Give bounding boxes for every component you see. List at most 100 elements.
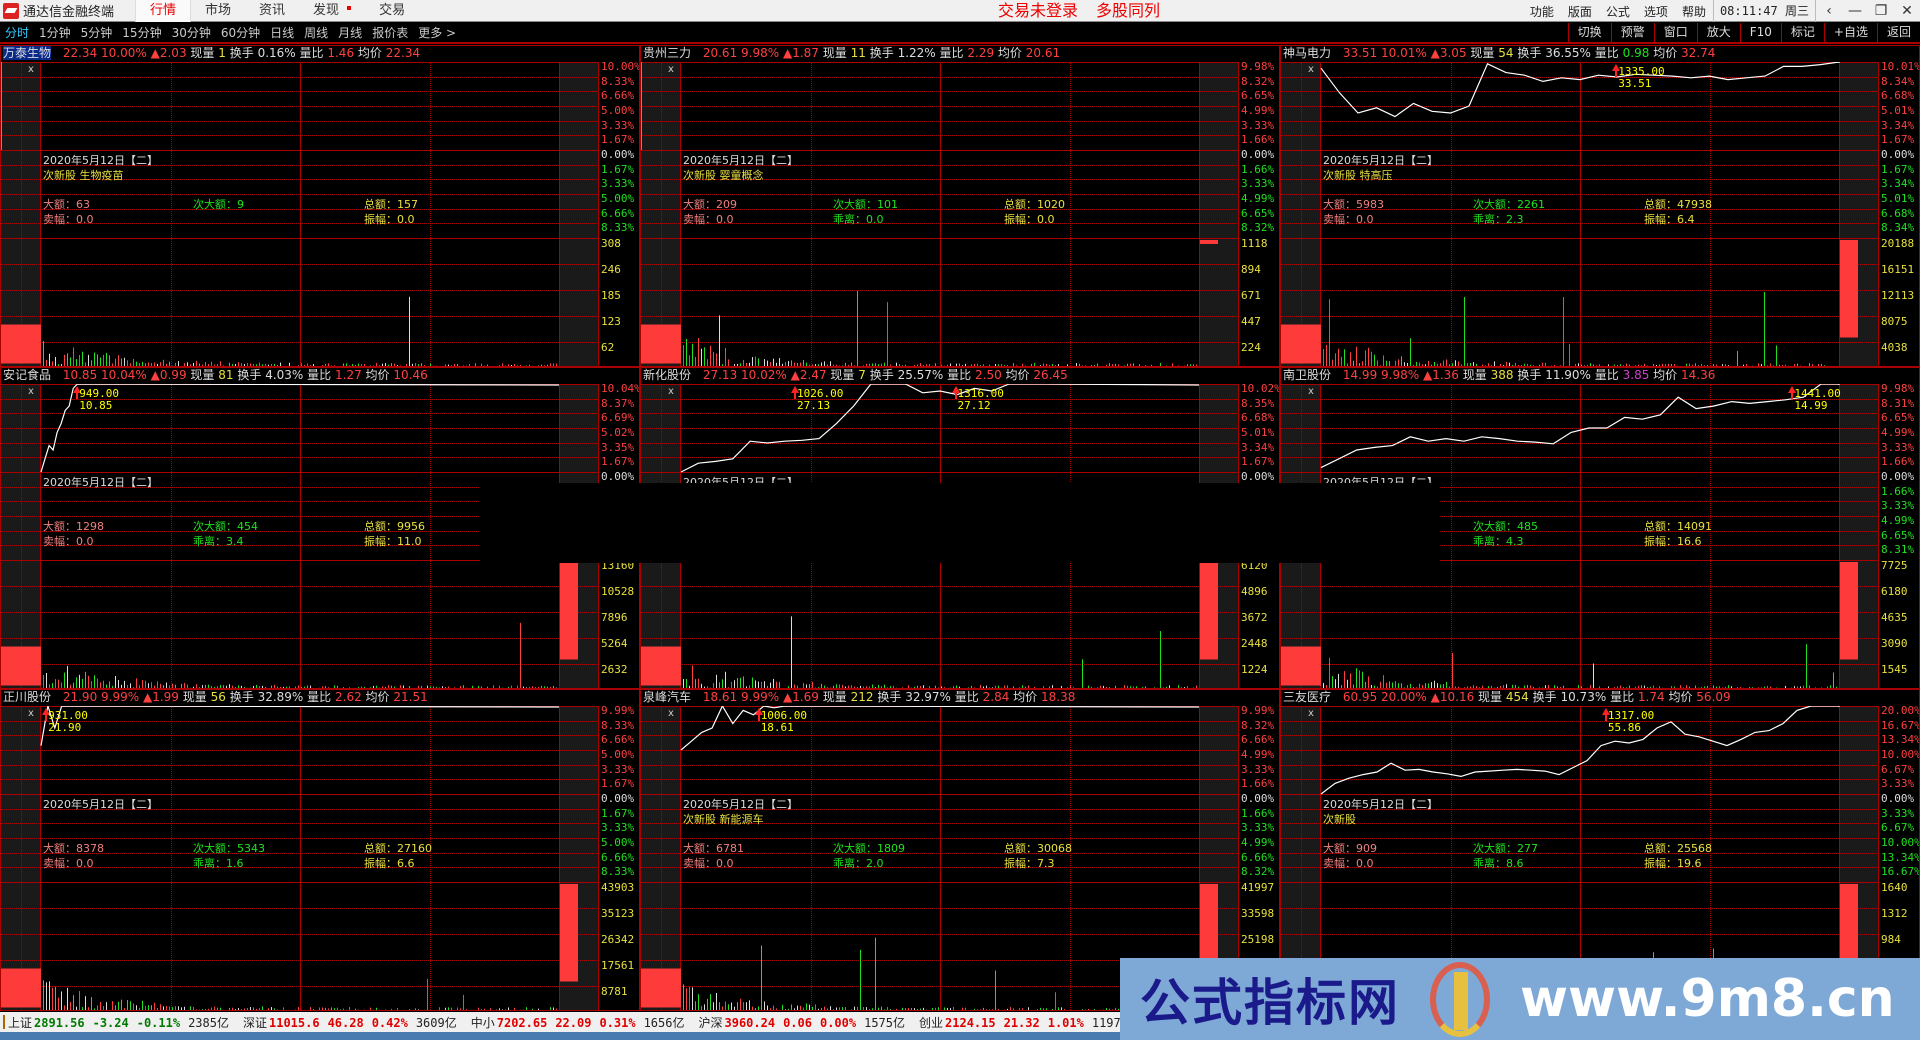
volume-bar xyxy=(64,672,65,688)
window-button[interactable]: 窗口 xyxy=(1653,23,1697,42)
period-15min[interactable]: 15分钟 xyxy=(117,24,166,41)
stock-name[interactable]: 泉峰汽车 xyxy=(643,690,691,704)
volume-bar xyxy=(532,1008,533,1010)
zoom-button[interactable]: 放大 xyxy=(1696,23,1740,42)
volume-bar xyxy=(115,358,116,366)
limit-up-price: 27.12 xyxy=(957,399,991,412)
stock-name[interactable]: 正川股份 xyxy=(3,690,51,704)
turnover-label: 换手 xyxy=(869,368,894,382)
nav-discover[interactable]: 发现 xyxy=(299,0,365,22)
stock-name[interactable]: 南卫股份 xyxy=(1283,368,1331,382)
period-intraday[interactable]: 分时 xyxy=(0,24,34,41)
volume-bar xyxy=(1401,356,1402,366)
volume-bar xyxy=(686,988,687,1010)
trade-login-status[interactable]: 交易未登录 xyxy=(998,0,1078,22)
menu-formula[interactable]: 公式 xyxy=(1599,3,1637,20)
turnover-label: 换手 xyxy=(1532,690,1557,704)
stock-panel[interactable]: 神马电力 33.51 10.01% ▲3.05 现量 54 换手 36.55% … xyxy=(1280,45,1920,367)
menu-layout[interactable]: 版面 xyxy=(1561,3,1599,20)
intraday-chart[interactable]: x 10.01% 8.34% 6.68% 5.01% 3.34% 1.67% 0.00% 1.6… xyxy=(1281,61,1919,366)
minimize-icon[interactable]: — xyxy=(1842,3,1868,19)
volume-bar xyxy=(202,1009,203,1010)
menu-help[interactable]: 帮助 xyxy=(1675,3,1713,20)
intraday-chart[interactable]: x 9.99% 8.33% 6.66% 5.00% 3.33% 1.67% 0.00% 1.67… xyxy=(1,705,639,1010)
index-quote[interactable]: 上证 2891.56 -3.24 -0.11% 2385亿 xyxy=(8,1016,229,1030)
volume-bar xyxy=(163,1006,164,1010)
volume-bar xyxy=(914,1008,915,1010)
stock-panel[interactable]: 正川股份 21.90 9.99% ▲1.99 现量 56 换手 32.89% 量… xyxy=(0,689,640,1011)
f10-button[interactable]: F10 xyxy=(1739,23,1781,42)
intraday-chart[interactable]: x 10.00% 8.33% 6.66% 5.00% 3.33% 1.67% 0.00% 1.6… xyxy=(1,61,639,366)
more-button[interactable]: 更多 > xyxy=(413,24,461,41)
volume-bar xyxy=(91,997,92,1010)
volume-bar xyxy=(67,665,68,688)
current-volume: 1 xyxy=(218,46,226,60)
period-weekly[interactable]: 周线 xyxy=(299,24,333,41)
volume-bar xyxy=(737,1002,738,1010)
period-monthly[interactable]: 月线 xyxy=(333,24,367,41)
volume-bar xyxy=(740,998,741,1010)
alert-button[interactable]: 预警 xyxy=(1610,23,1654,42)
volume-bar xyxy=(256,1008,257,1010)
stock-header: 万泰生物 22.34 10.00% ▲2.03 现量 1 换手 0.16% 量比… xyxy=(1,46,639,61)
volume-bar xyxy=(103,680,104,688)
period-5min[interactable]: 5分钟 xyxy=(76,24,118,41)
volume-bar xyxy=(1341,356,1342,366)
volume-bar xyxy=(812,1006,813,1010)
stock-panel[interactable]: 万泰生物 22.34 10.00% ▲2.03 现量 1 换手 0.16% 量比… xyxy=(0,45,640,367)
stock-name[interactable]: 贵州三力 xyxy=(643,46,691,60)
avg-price-value: 22.34 xyxy=(385,46,421,60)
index-change: 22.09 xyxy=(555,1015,592,1030)
stock-name[interactable]: 三友医疗 xyxy=(1283,690,1331,704)
volume-bar xyxy=(713,352,714,366)
volume-bar xyxy=(1019,1008,1020,1010)
clock-time: 08:11:47 xyxy=(1719,4,1778,18)
nav-market[interactable]: 市场 xyxy=(191,0,245,22)
period-60min[interactable]: 60分钟 xyxy=(216,24,265,41)
volume-ratio-value: 1.74 xyxy=(1637,690,1665,704)
index-quote[interactable]: 中小 7202.65 22.09 0.31% 1656亿 xyxy=(471,1016,685,1030)
switch-button[interactable]: 切换 xyxy=(1567,23,1611,42)
index-quote[interactable]: 创业 2124.15 21.32 1.01% 1197亿 xyxy=(919,1016,1133,1030)
volume-bar xyxy=(905,1007,906,1010)
volume-bar xyxy=(1007,1008,1008,1010)
volume-ratio-label: 量比 xyxy=(954,690,979,704)
stock-panel[interactable]: 贵州三力 20.61 9.98% ▲1.87 现量 11 换手 1.22% 量比… xyxy=(640,45,1280,367)
index-quote[interactable]: 深证 11015.6 46.28 0.42% 3609亿 xyxy=(243,1016,457,1030)
volume-bar xyxy=(1103,1009,1104,1010)
back-icon[interactable]: ‹ xyxy=(1816,3,1842,19)
stock-name[interactable]: 神马电力 xyxy=(1283,46,1331,60)
volume-bar xyxy=(908,1008,909,1010)
nav-trade[interactable]: 交易 xyxy=(365,0,419,22)
nav-news[interactable]: 资讯 xyxy=(245,0,299,22)
stock-name[interactable]: 新化股份 xyxy=(643,368,691,382)
volume-bar xyxy=(1446,681,1447,688)
period-daily[interactable]: 日线 xyxy=(265,24,299,41)
index-quote[interactable]: 沪深 3960.24 0.06 0.00% 1575亿 xyxy=(698,1016,905,1030)
stock-name[interactable]: 安记食品 xyxy=(3,368,51,382)
restore-icon[interactable]: ❐ xyxy=(1868,3,1894,19)
menu-options[interactable]: 选项 xyxy=(1637,3,1675,20)
stock-name[interactable]: 万泰生物 xyxy=(3,46,52,60)
volume-bar xyxy=(1094,1009,1095,1010)
close-icon[interactable]: ✕ xyxy=(1894,3,1920,19)
nav-quotes[interactable]: 行情 xyxy=(135,0,192,22)
volume-bar xyxy=(157,1007,158,1010)
layout-mode: 多股同列 xyxy=(1096,1,1161,20)
mark-button[interactable]: 标记 xyxy=(1780,23,1824,42)
volume-ratio-label: 量比 xyxy=(307,690,332,704)
add-watchlist-button[interactable]: +自选 xyxy=(1823,23,1877,42)
volume-bar xyxy=(980,1009,981,1010)
quote-table[interactable]: 报价表 xyxy=(367,24,413,41)
period-1min[interactable]: 1分钟 xyxy=(34,24,76,41)
menu-function[interactable]: 功能 xyxy=(1523,3,1561,20)
index-amount: 3609亿 xyxy=(415,1015,457,1030)
return-button[interactable]: 返回 xyxy=(1876,23,1920,42)
intraday-chart[interactable]: x 9.98% 8.32% 6.65% 4.99% 3.33% 1.66% 0.00% 1.66… xyxy=(641,61,1279,366)
volume-bar xyxy=(689,355,690,366)
volume-bar xyxy=(701,348,702,366)
period-30min[interactable]: 30分钟 xyxy=(167,24,216,41)
volume-bar xyxy=(1082,659,1083,688)
stock-header: 三友医疗 60.95 20.00% ▲10.16 现量 454 换手 10.73… xyxy=(1281,690,1919,705)
index-status-bar: 上证 2891.56 -3.24 -0.11% 2385亿 深证 11015.6 46.28 0… xyxy=(0,1012,1133,1032)
